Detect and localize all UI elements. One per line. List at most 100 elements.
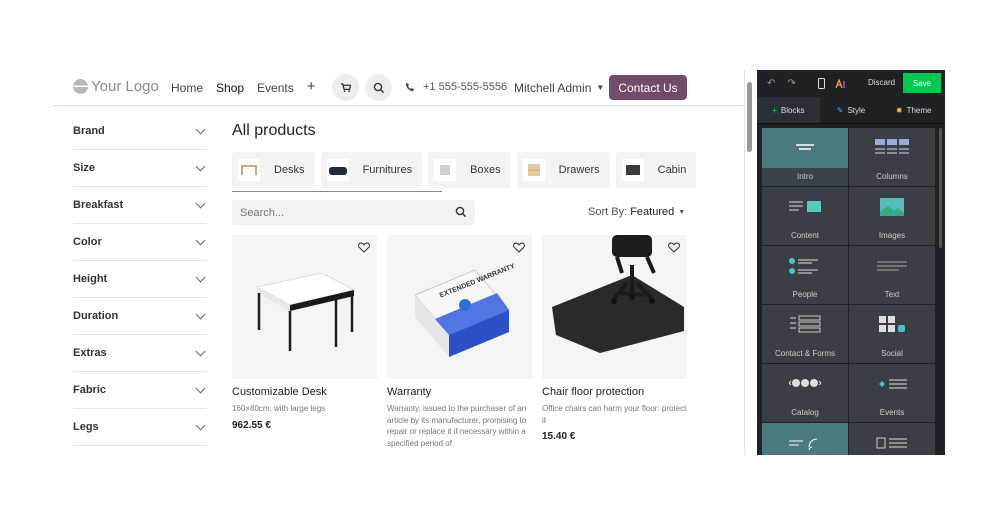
text-block-icon <box>849 246 935 286</box>
events-block-icon <box>849 364 935 404</box>
block-catalog[interactable]: Catalog <box>762 364 848 422</box>
tab-theme[interactable]: ✹ Theme <box>882 97 945 123</box>
phone-link[interactable]: +1 555-555-5556 <box>405 81 507 93</box>
discard-button[interactable]: Discard <box>868 78 895 87</box>
wishlist-heart-icon[interactable] <box>668 242 680 253</box>
category-drawers[interactable]: Drawers <box>516 152 610 188</box>
content-block-icon <box>762 187 848 227</box>
theme-gear-icon: ✹ <box>895 105 903 115</box>
nav-shop[interactable]: Shop <box>216 81 244 95</box>
product-description: Warranty, issued to the purchaser of an … <box>387 404 527 448</box>
block-columns[interactable]: Columns <box>849 128 935 186</box>
caret-down-icon: ▼ <box>596 83 605 92</box>
editor-tabs: + Blocks ✎ Style ✹ Theme <box>757 97 945 124</box>
filter-legs[interactable]: Legs <box>73 409 207 446</box>
nav-home[interactable]: Home <box>171 81 203 95</box>
undo-icon[interactable]: ↶ <box>767 78 775 89</box>
product-card[interactable]: Chair floor protection Office chairs can… <box>542 235 687 442</box>
logo-icon <box>73 79 88 94</box>
desk-image <box>255 272 356 351</box>
product-image-floor-mat[interactable] <box>542 235 687 379</box>
wishlist-heart-icon[interactable] <box>358 242 370 253</box>
category-cabinets[interactable]: Cabin <box>615 152 697 188</box>
blocks-grid: Intro Columns Content Images People Text… <box>762 128 935 455</box>
ai-translate-icon[interactable] <box>835 78 847 89</box>
block-social[interactable]: Social <box>849 305 935 363</box>
contact-us-button[interactable]: Contact Us <box>609 75 687 100</box>
contact-forms-block-icon <box>762 305 848 345</box>
search-icon[interactable] <box>455 206 467 218</box>
floor-mat-image <box>552 235 684 353</box>
product-name[interactable]: Customizable Desk <box>232 386 377 398</box>
site-logo[interactable]: Your Logo <box>73 78 159 95</box>
editor-scrollbar[interactable] <box>939 128 942 248</box>
chevron-down-icon <box>195 161 206 171</box>
caret-down-icon: ▼ <box>678 209 686 216</box>
product-image-desk[interactable] <box>232 235 377 379</box>
search-input[interactable] <box>232 200 432 225</box>
filter-height[interactable]: Height <box>73 261 207 298</box>
people-block-icon <box>762 246 848 286</box>
block-events[interactable]: Events <box>849 364 935 422</box>
category-desks[interactable]: Desks <box>232 152 315 188</box>
filter-color[interactable]: Color <box>73 224 207 261</box>
filter-label: Color <box>73 236 102 248</box>
drawer-thumbnail <box>522 159 545 181</box>
cart-icon <box>340 83 351 93</box>
search-button[interactable] <box>365 74 392 101</box>
intro-block-icon <box>762 128 848 168</box>
preview-scrollbar[interactable] <box>747 82 752 152</box>
nav-events[interactable]: Events <box>257 81 294 95</box>
mobile-preview-icon[interactable] <box>817 78 825 89</box>
preview-divider <box>744 70 745 455</box>
filter-fabric[interactable]: Fabric <box>73 372 207 409</box>
block-more[interactable] <box>762 423 848 455</box>
site-header: Your Logo Home Shop Events + +1 555-555-… <box>53 70 745 106</box>
add-menu-icon[interactable]: + <box>307 79 316 95</box>
chevron-down-icon <box>195 346 206 356</box>
product-search <box>232 200 475 225</box>
product-image-warranty[interactable]: EXTENDED WARRANTY <box>387 235 532 379</box>
sort-value: Featured <box>630 206 675 218</box>
tab-label: Blocks <box>780 105 805 115</box>
block-more[interactable] <box>849 423 935 455</box>
search-icon <box>373 82 384 93</box>
product-price: 15.40 € <box>542 431 576 442</box>
cart-button[interactable] <box>332 74 359 101</box>
media-block-icon <box>762 423 848 455</box>
redo-icon[interactable]: ↷ <box>787 78 795 89</box>
block-label: Text <box>884 290 900 299</box>
block-contact-forms[interactable]: Contact & Forms <box>762 305 848 363</box>
wishlist-heart-icon[interactable] <box>513 242 525 253</box>
category-boxes[interactable]: Boxes <box>428 152 511 188</box>
user-name: Mitchell Admin <box>514 81 592 95</box>
sort-dropdown[interactable]: Sort By: Featured ▼ <box>588 206 685 218</box>
product-description: Office chairs can harm your floor: prote… <box>542 404 687 425</box>
block-people[interactable]: People <box>762 246 848 304</box>
product-name[interactable]: Warranty <box>387 386 532 398</box>
block-content[interactable]: Content <box>762 187 848 245</box>
phone-icon <box>405 82 415 92</box>
product-card[interactable]: EXTENDED WARRANTY Warranty Warranty, iss… <box>387 235 532 449</box>
tab-style[interactable]: ✎ Style <box>820 97 883 123</box>
filter-duration[interactable]: Duration <box>73 298 207 335</box>
product-name[interactable]: Chair floor protection <box>542 386 687 398</box>
product-price: 962.55 € <box>232 419 271 431</box>
block-text[interactable]: Text <box>849 246 935 304</box>
filter-extras[interactable]: Extras <box>73 335 207 372</box>
block-label: Content <box>790 231 820 240</box>
block-intro[interactable]: Intro <box>762 128 848 186</box>
filter-breakfast[interactable]: Breakfast <box>73 187 207 224</box>
block-label: Intro <box>796 172 813 181</box>
filter-brand[interactable]: Brand <box>73 113 207 150</box>
chevron-down-icon <box>195 383 206 393</box>
save-button[interactable]: Save <box>903 73 941 93</box>
block-images[interactable]: Images <box>849 187 935 245</box>
category-label: Drawers <box>558 164 600 176</box>
user-menu[interactable]: Mitchell Admin ▼ <box>514 81 604 95</box>
category-furnitures[interactable]: Furnitures <box>320 152 423 188</box>
website-preview: Your Logo Home Shop Events + +1 555-555-… <box>53 70 745 455</box>
filter-size[interactable]: Size <box>73 150 207 187</box>
product-card[interactable]: Customizable Desk 160×80cm, with large l… <box>232 235 377 431</box>
tab-blocks[interactable]: + Blocks <box>757 97 820 123</box>
